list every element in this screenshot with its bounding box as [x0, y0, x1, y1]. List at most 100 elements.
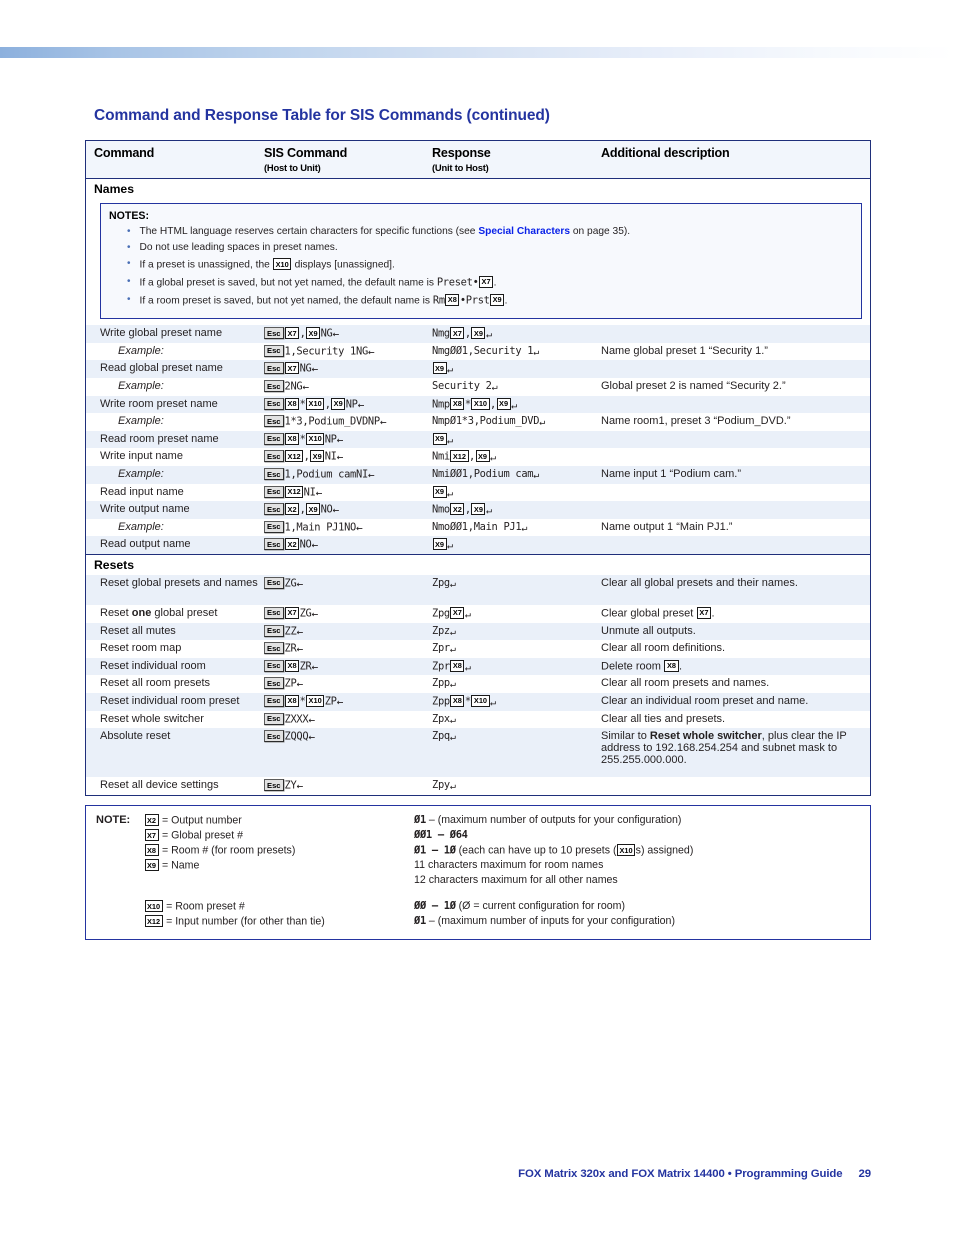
cell-command: Read room preset name — [100, 432, 219, 445]
note-item: • If a global preset is saved, but not ye… — [127, 275, 853, 290]
command-text: Zpr — [432, 642, 450, 655]
cell-response: Nmp X8 * X10, X9 ↵ — [432, 397, 598, 412]
variable-token-x10: X10 — [471, 397, 490, 410]
variable-token-x2: X2 — [144, 814, 159, 826]
command-text: , — [303, 450, 310, 463]
command-text: ZXXX — [284, 713, 309, 726]
cell-command: Reset room map — [100, 642, 182, 655]
cell-sis-command: Esc X12 NI← — [264, 485, 430, 499]
cell-description: Clear all global presets and their names… — [601, 576, 798, 589]
enter-left-arrow-icon: ← — [367, 468, 375, 482]
command-text: , — [324, 398, 331, 411]
names-rows: Write global preset name Esc X7, X9 NG← Nmg X7… — [86, 325, 870, 554]
cell-sis-command: Esc ZZ← — [264, 624, 430, 638]
cell-response: Zpq↵ — [432, 730, 598, 743]
enter-left-arrow-icon: ← — [379, 415, 387, 429]
legend-right: Ø1 – 1Ø (each can have up to 10 presets … — [414, 844, 694, 857]
carriage-return-icon: ↵ — [447, 540, 453, 552]
variable-token-x2: X2 — [450, 503, 465, 516]
cell-response: Zpp X8 * X10 ↵ — [432, 694, 598, 708]
variable-token-x9: X9 — [490, 293, 505, 306]
cell-response: Zpz↵ — [432, 625, 598, 638]
column-header-sis-command: SIS Command — [264, 146, 348, 160]
enter-left-arrow-icon: ← — [308, 730, 315, 744]
esc-key-token: Esc — [264, 327, 284, 340]
legend-right: Ø1 – (maximum number of inputs for your … — [414, 915, 675, 927]
command-text: Rm — [432, 294, 445, 306]
variable-token-x7: X7 — [144, 829, 159, 841]
cell-response: NmgØØ1,Security 1↵ — [432, 345, 598, 358]
command-text: ZQQQ — [284, 730, 309, 743]
esc-key-token: Esc — [264, 538, 284, 551]
carriage-return-icon: ↵ — [485, 329, 492, 341]
table-row: Example: Esc 1,Main PJ1NO← NmoØØ1,Main PJ1↵… — [86, 519, 870, 537]
command-text: Security 2 — [432, 380, 492, 393]
column-header-command: Command — [94, 146, 155, 160]
enter-left-arrow-icon: ← — [311, 538, 319, 552]
command-text: * — [464, 398, 471, 411]
variable-token-x10: X10 — [471, 694, 490, 707]
command-text: 1,Podium camNI — [284, 468, 369, 481]
cell-response: Zpy↵ — [432, 779, 598, 792]
legend-right: ØØ1 – Ø64 — [414, 829, 468, 841]
command-text: Nmp — [432, 398, 450, 411]
enter-left-arrow-icon: ← — [367, 345, 375, 359]
resets-rows: Reset global presets and names Esc ZG← Zpg↵… — [86, 574, 870, 795]
cell-description: Name output 1 “Main PJ1.” — [601, 520, 733, 533]
enter-left-arrow-icon: ← — [336, 450, 344, 464]
cell-description: Global preset 2 is named “Security 2.” — [601, 380, 786, 393]
cell-sis-command: Esc X2 NO← — [264, 538, 430, 552]
esc-key-token: Esc — [264, 712, 284, 725]
esc-key-token: Esc — [264, 677, 284, 690]
carriage-return-icon: ↵ — [449, 732, 456, 744]
note-item-text: Do not use leading spaces in preset name… — [139, 241, 338, 253]
legend-left: X8 = Room # (for room presets) — [144, 844, 295, 857]
carriage-return-icon: ↵ — [539, 417, 545, 429]
carriage-return-icon: ↵ — [490, 452, 496, 464]
variable-token-x7: X7 — [479, 275, 494, 288]
variable-token-x10: X10 — [306, 694, 325, 707]
esc-key-token: Esc — [264, 659, 284, 672]
cell-description: Name room1, preset 3 “Podium_DVD.” — [601, 415, 791, 428]
legend-line: X8 = Room # (for room presets) Ø1 – 1Ø (e… — [96, 844, 860, 859]
carriage-return-icon: ↵ — [447, 435, 453, 447]
section-header-resets: Resets — [86, 553, 870, 575]
carriage-return-icon: ↵ — [449, 679, 456, 691]
command-text: * — [299, 433, 306, 446]
special-characters-link[interactable]: Special Characters — [478, 226, 570, 237]
cell-response: X9 ↵ — [432, 362, 598, 376]
cell-sis-command: Esc 1,Main PJ1NO← — [264, 520, 430, 534]
cell-sis-command: Esc ZP← — [264, 677, 430, 691]
cell-response: Zpr↵ — [432, 642, 598, 655]
esc-key-token: Esc — [264, 485, 284, 498]
table-row: Write input name Esc X12, X9 NI← Nmi X12, X9 ↵ — [86, 448, 870, 466]
carriage-return-icon: ↵ — [511, 400, 517, 412]
cell-sis-command: Esc X7, X9 NG← — [264, 327, 430, 341]
carriage-return-icon: ↵ — [447, 364, 453, 376]
command-text: ZY — [284, 779, 297, 792]
cell-sis-command: Esc 1*3,Podium_DVDNP← — [264, 415, 430, 429]
variable-token-x8: X8 — [450, 694, 465, 707]
cell-command: Write input name — [100, 450, 183, 463]
sis-command-table: Command SIS Command (Host to Unit) Respo… — [85, 140, 871, 796]
footer-page-number: 29 — [858, 1168, 872, 1180]
variable-token-x9: X9 — [144, 859, 159, 871]
table-row: Reset whole switcher Esc ZXXX← Zpx↵ Clear al… — [86, 711, 870, 729]
cell-command: Example: — [118, 380, 164, 393]
command-text: 1,Main PJ1NO — [284, 521, 357, 534]
table-row: Reset all mutes Esc ZZ← Zpz↵ Unmute all outp… — [86, 622, 870, 641]
enter-left-arrow-icon: ← — [296, 642, 304, 656]
variable-token-x7: X7 — [696, 606, 711, 619]
variable-token-x9: X9 — [306, 503, 321, 516]
enter-left-arrow-icon: ← — [332, 503, 340, 517]
footer-title: FOX Matrix 320x and FOX Matrix 14400 • P… — [518, 1168, 843, 1180]
command-text: Zpx — [432, 712, 450, 725]
note-item-text: If a room preset is saved, but not yet n… — [139, 293, 508, 306]
variable-token-x9: X9 — [471, 503, 486, 516]
table-row: Example: Esc 2NG← Security 2↵ Global preset … — [86, 378, 870, 396]
cell-description: Name input 1 “Podium cam.” — [601, 468, 741, 480]
variable-token-x9: X9 — [306, 327, 321, 340]
table-header-row: Command SIS Command (Host to Unit) Respo… — [86, 141, 870, 179]
variable-token-x10: X10 — [616, 844, 636, 856]
carriage-return-icon: ↵ — [449, 626, 456, 638]
